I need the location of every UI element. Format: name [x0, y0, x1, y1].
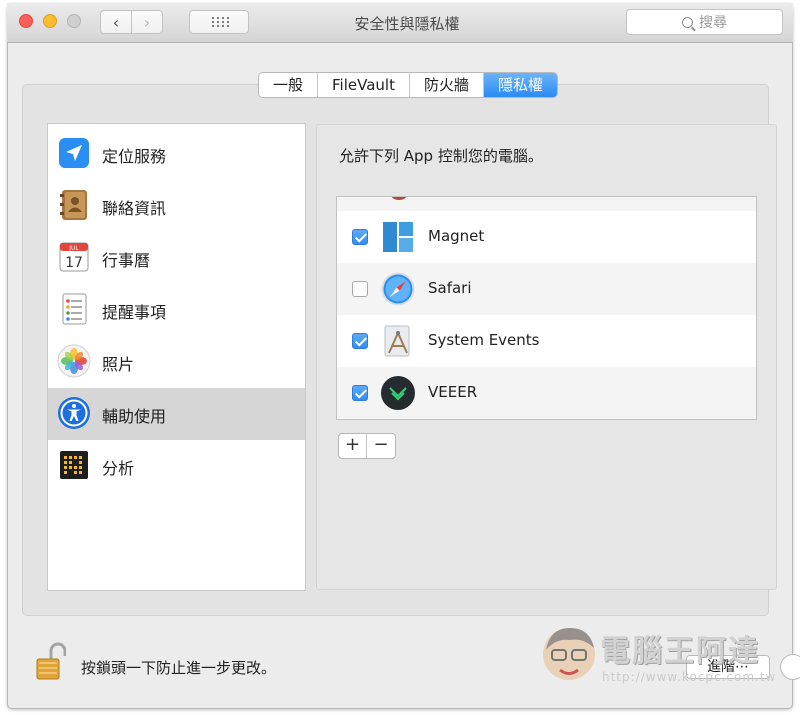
calendar-icon-month: JUL	[68, 245, 79, 252]
sidebar-item-location-services[interactable]: 定位服務	[48, 128, 305, 180]
app-checkbox[interactable]	[352, 385, 368, 401]
app-icon-partial	[391, 197, 407, 200]
accessibility-icon	[58, 397, 90, 429]
add-app-button[interactable]: +	[339, 434, 367, 458]
contacts-book-icon	[60, 190, 87, 220]
remove-app-button[interactable]: −	[367, 434, 395, 458]
tab-firewall[interactable]: 防火牆	[409, 73, 484, 97]
close-window-button[interactable]	[19, 14, 33, 28]
app-name: Safari	[428, 279, 472, 297]
minimize-window-button[interactable]	[43, 14, 57, 28]
calendar-icon-day: 17	[65, 255, 83, 271]
search-placeholder: 搜尋	[699, 15, 727, 31]
sidebar-item-label: 聯絡資訊	[102, 199, 167, 218]
sidebar-item-label: 定位服務	[102, 147, 167, 166]
sidebar-item-contacts[interactable]: 聯絡資訊	[48, 180, 305, 232]
add-remove-control: + −	[338, 433, 396, 459]
app-checkbox[interactable]	[352, 229, 368, 245]
analytics-icon	[60, 451, 88, 479]
grid-icon	[212, 17, 229, 27]
veeer-app-icon	[381, 376, 415, 410]
search-icon	[682, 16, 693, 28]
forward-button[interactable]: ›	[131, 10, 163, 34]
lock-instruction-text: 按鎖頭一下防止進一步更改。	[81, 659, 277, 677]
sidebar-item-label: 提醒事項	[102, 303, 167, 322]
app-list[interactable]: Magnet Safari System Events VEEER	[336, 196, 757, 420]
sidebar-item-photos[interactable]: 照片	[48, 336, 305, 388]
list-item[interactable]: Magnet	[337, 211, 756, 263]
magnet-app-icon	[382, 221, 414, 253]
app-checkbox[interactable]	[352, 281, 368, 297]
location-arrow-icon	[59, 138, 89, 168]
help-button[interactable]	[780, 654, 800, 680]
sidebar-item-reminders[interactable]: 提醒事項	[48, 284, 305, 336]
tab-filevault[interactable]: FileVault	[318, 73, 410, 97]
chevron-left-icon: ‹	[112, 12, 120, 32]
system-events-icon	[384, 325, 410, 357]
search-field[interactable]: 搜尋	[626, 9, 783, 35]
app-name: Magnet	[428, 227, 485, 245]
zoom-window-button[interactable]	[67, 14, 81, 28]
unlocked-padlock-icon[interactable]	[36, 642, 66, 682]
reminders-icon	[62, 293, 87, 325]
tab-general[interactable]: 一般	[259, 73, 319, 97]
sidebar-item-label: 分析	[102, 459, 135, 478]
app-checkbox[interactable]	[352, 333, 368, 349]
sidebar-item-analytics[interactable]: 分析	[48, 440, 305, 492]
window-title: 安全性與隱私權	[354, 15, 460, 33]
sidebar-item-label: 輔助使用	[102, 407, 167, 426]
sidebar-item-label: 行事曆	[102, 251, 151, 270]
calendar-icon: JUL 17	[59, 242, 89, 272]
app-name: VEEER	[428, 383, 478, 401]
tab-privacy[interactable]: 隱私權	[483, 73, 557, 97]
privacy-category-list: 定位服務 聯絡資訊 JUL 17 行事曆 提醒事項 照片 輔助使用 分析	[47, 123, 306, 591]
allow-apps-label: 允許下列 App 控制您的電腦。	[339, 147, 543, 165]
app-name: System Events	[428, 331, 540, 349]
list-item[interactable]: VEEER	[337, 367, 756, 419]
sidebar-item-accessibility[interactable]: 輔助使用	[48, 388, 305, 440]
tab-bar: 一般 FileVault 防火牆 隱私權	[258, 72, 558, 98]
sidebar-item-label: 照片	[102, 355, 135, 374]
list-item[interactable]: Safari	[337, 263, 756, 315]
back-button[interactable]: ‹	[100, 10, 132, 34]
list-item	[337, 197, 756, 211]
chevron-right-icon: ›	[143, 12, 151, 32]
advanced-button[interactable]: 進階⋯	[686, 655, 770, 679]
show-all-button[interactable]	[189, 10, 249, 34]
safari-compass-icon	[381, 272, 415, 306]
photos-icon	[57, 344, 91, 378]
list-item[interactable]: System Events	[337, 315, 756, 367]
sidebar-item-calendar[interactable]: JUL 17 行事曆	[48, 232, 305, 284]
title-bar: ‹ › 安全性與隱私權 搜尋	[7, 3, 793, 43]
